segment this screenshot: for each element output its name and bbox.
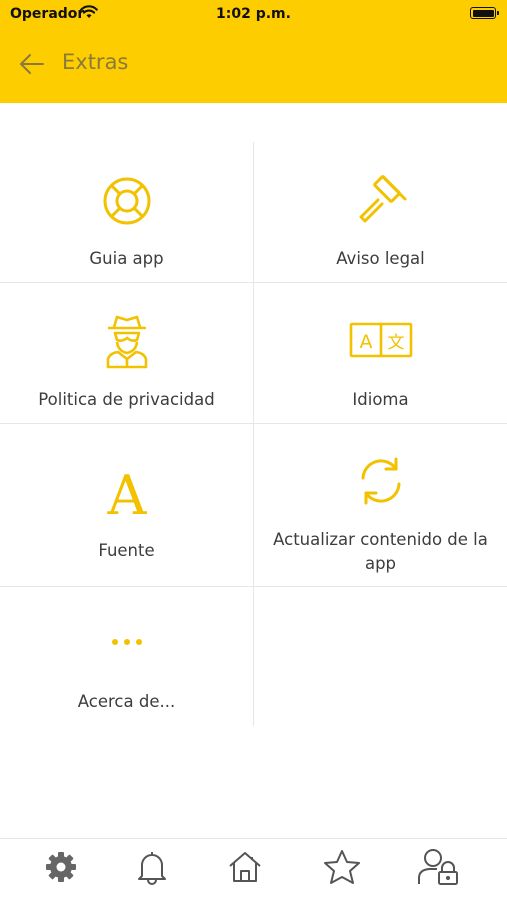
grid-item-label: Acerca de... bbox=[77, 692, 176, 711]
grid-item-guia-app[interactable]: Guia app bbox=[0, 142, 253, 282]
tab-favorites[interactable] bbox=[322, 849, 362, 889]
font-icon: A bbox=[0, 464, 253, 518]
svg-text:A: A bbox=[106, 464, 147, 518]
grid-item-acerca-de[interactable]: Acerca de... bbox=[0, 587, 253, 727]
spy-icon bbox=[0, 313, 253, 369]
bottom-tab-bar bbox=[0, 838, 507, 901]
back-arrow-icon[interactable] bbox=[18, 52, 46, 76]
grid-item-label: Aviso legal bbox=[336, 249, 425, 268]
home-icon bbox=[227, 850, 263, 888]
bell-icon bbox=[135, 849, 169, 889]
grid-item-aviso-legal[interactable]: Aviso legal bbox=[254, 142, 507, 282]
gavel-icon bbox=[254, 173, 507, 229]
translate-icon: A 文 bbox=[254, 321, 507, 359]
grid-item-idioma[interactable]: A 文 Idioma bbox=[254, 283, 507, 423]
grid-item-label: Idioma bbox=[352, 390, 409, 409]
grid-item-politica-privacidad[interactable]: Politica de privacidad bbox=[0, 283, 253, 423]
grid-item-label: Fuente bbox=[98, 541, 155, 560]
tab-notifications[interactable] bbox=[132, 849, 172, 889]
gear-icon bbox=[44, 850, 78, 888]
grid-item-label: Guia app bbox=[89, 249, 164, 268]
svg-text:文: 文 bbox=[387, 333, 404, 353]
star-icon bbox=[323, 849, 361, 889]
app-header: Extras bbox=[0, 28, 507, 103]
refresh-icon bbox=[254, 454, 507, 508]
tab-account[interactable] bbox=[417, 848, 463, 890]
grid-item-label: Politica de privacidad bbox=[38, 390, 215, 409]
status-time: 1:02 p.m. bbox=[216, 6, 291, 22]
svg-text:A: A bbox=[359, 331, 372, 353]
status-bar: Operador 1:02 p.m. bbox=[0, 0, 507, 28]
page-title: Extras bbox=[62, 50, 129, 74]
grid-item-fuente[interactable]: A Fuente bbox=[0, 424, 253, 586]
battery-icon bbox=[470, 7, 499, 19]
lifebuoy-icon bbox=[0, 175, 253, 227]
grid-item-label: Actualizar contenido de la app bbox=[273, 530, 488, 573]
grid-item-actualizar-contenido[interactable]: Actualizar contenido de la app bbox=[254, 424, 507, 586]
tab-home[interactable] bbox=[225, 849, 265, 889]
tab-settings[interactable] bbox=[41, 849, 81, 889]
user-lock-icon bbox=[417, 848, 463, 890]
more-icon bbox=[0, 637, 253, 647]
